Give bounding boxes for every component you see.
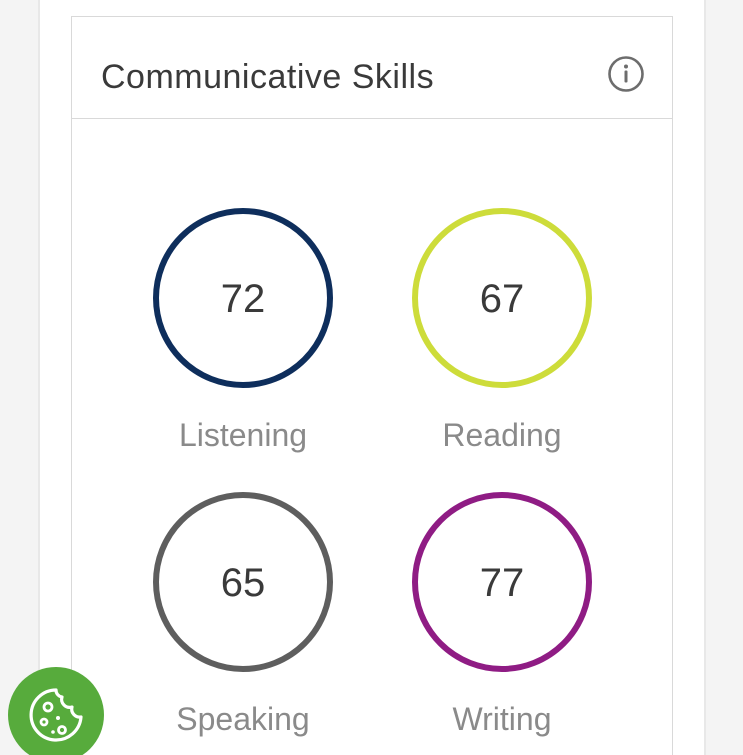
skill-listening: 72 Listening bbox=[143, 205, 343, 453]
speaking-score-ring: 65 bbox=[153, 492, 333, 672]
writing-score: 77 bbox=[480, 561, 525, 605]
cookie-settings-button[interactable] bbox=[8, 667, 104, 755]
skill-speaking: 65 Speaking bbox=[143, 489, 343, 737]
listening-score-ring: 72 bbox=[153, 208, 333, 388]
cookie-icon bbox=[29, 688, 83, 742]
info-icon[interactable] bbox=[607, 55, 645, 93]
skill-reading: 67 Reading bbox=[402, 205, 602, 453]
page: Communicative Skills 72 Listening 67 Rea… bbox=[0, 0, 743, 755]
reading-score: 67 bbox=[480, 277, 525, 321]
writing-score-ring: 77 bbox=[412, 492, 592, 672]
speaking-score: 65 bbox=[221, 561, 266, 605]
writing-label: Writing bbox=[452, 701, 552, 737]
right-divider bbox=[704, 0, 706, 755]
right-margin bbox=[706, 0, 743, 755]
listening-label: Listening bbox=[178, 417, 308, 453]
reading-label: Reading bbox=[442, 417, 562, 453]
communicative-skills-card: Communicative Skills 72 Listening 67 Rea… bbox=[71, 16, 673, 755]
skill-writing: 77 Writing bbox=[402, 489, 602, 737]
card-header: Communicative Skills bbox=[72, 17, 672, 119]
left-divider bbox=[38, 0, 40, 755]
reading-score-ring: 67 bbox=[412, 208, 592, 388]
outer-container bbox=[40, 0, 704, 16]
left-margin bbox=[0, 0, 40, 755]
listening-score: 72 bbox=[221, 277, 266, 321]
speaking-label: Speaking bbox=[176, 701, 310, 737]
card-title: Communicative Skills bbox=[101, 58, 435, 96]
